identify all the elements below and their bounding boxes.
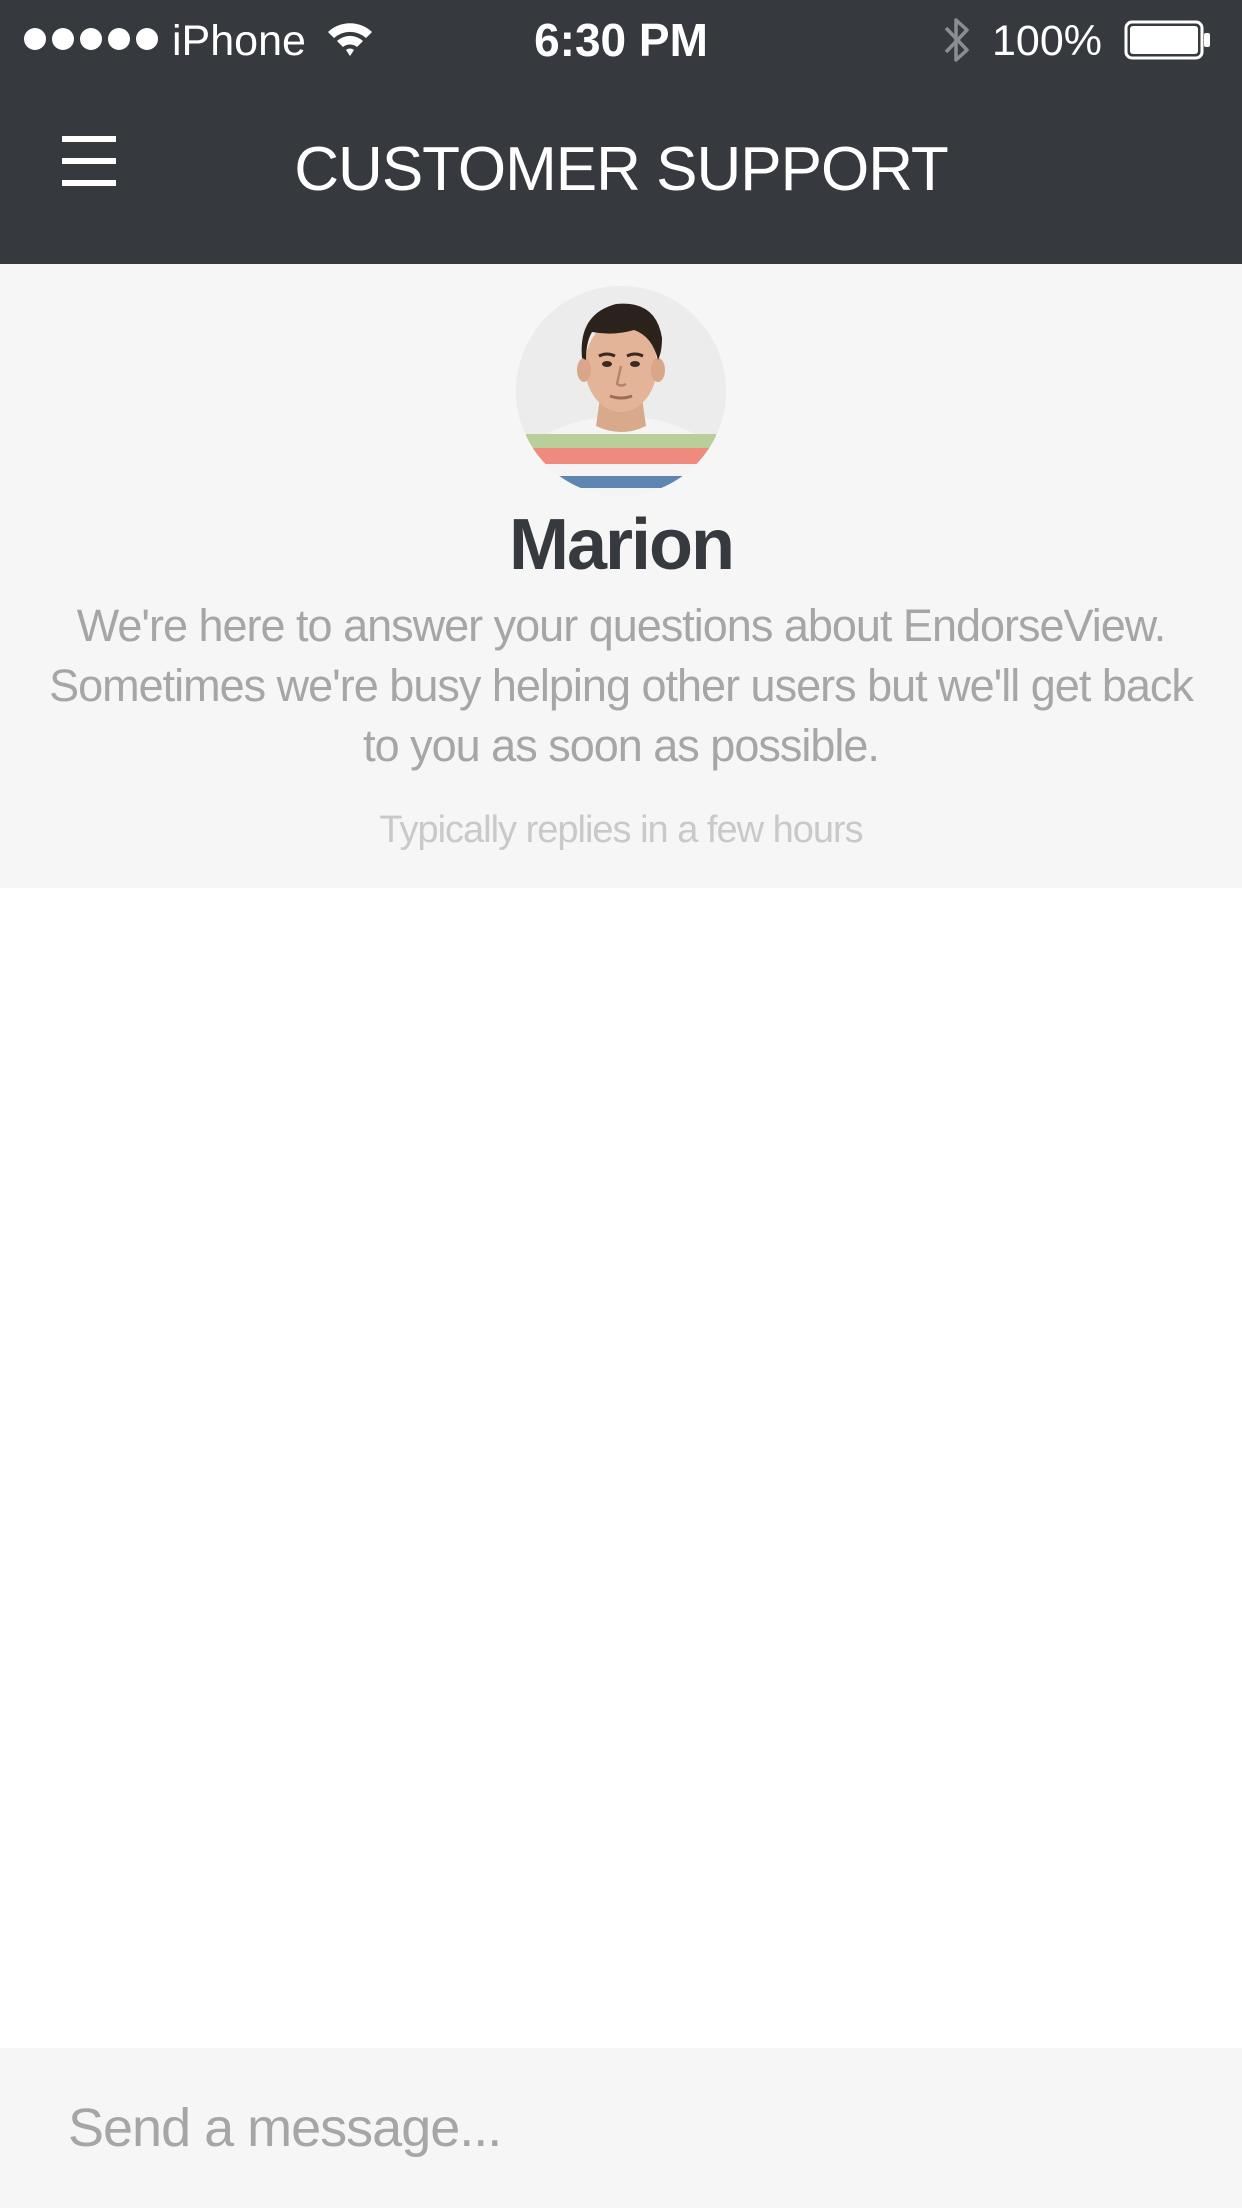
status-bar: iPhone 6:30 PM 100% [0, 0, 1242, 80]
agent-photo [516, 286, 726, 496]
message-input[interactable] [68, 2088, 1188, 2168]
battery-percentage: 100% [992, 17, 1102, 65]
message-composer [0, 2048, 1242, 2208]
support-agent-profile: Marion We're here to answer your questio… [0, 264, 1242, 888]
conversation-area[interactable] [0, 888, 1242, 2048]
bluetooth-icon [944, 18, 969, 62]
intro-text: We're here to answer your questions abou… [49, 600, 1194, 771]
reply-time-text: Typically replies in a few hours [379, 809, 863, 851]
navigation-bar: CUSTOMER SUPPORT [0, 80, 1242, 264]
avatar [516, 286, 726, 496]
app-header: iPhone 6:30 PM 100% CUSTOMER SUPPORT [0, 0, 1242, 264]
agent-name: Marion [508, 505, 735, 585]
battery-icon [1124, 20, 1210, 60]
page-title: CUSTOMER SUPPORT [294, 135, 948, 204]
